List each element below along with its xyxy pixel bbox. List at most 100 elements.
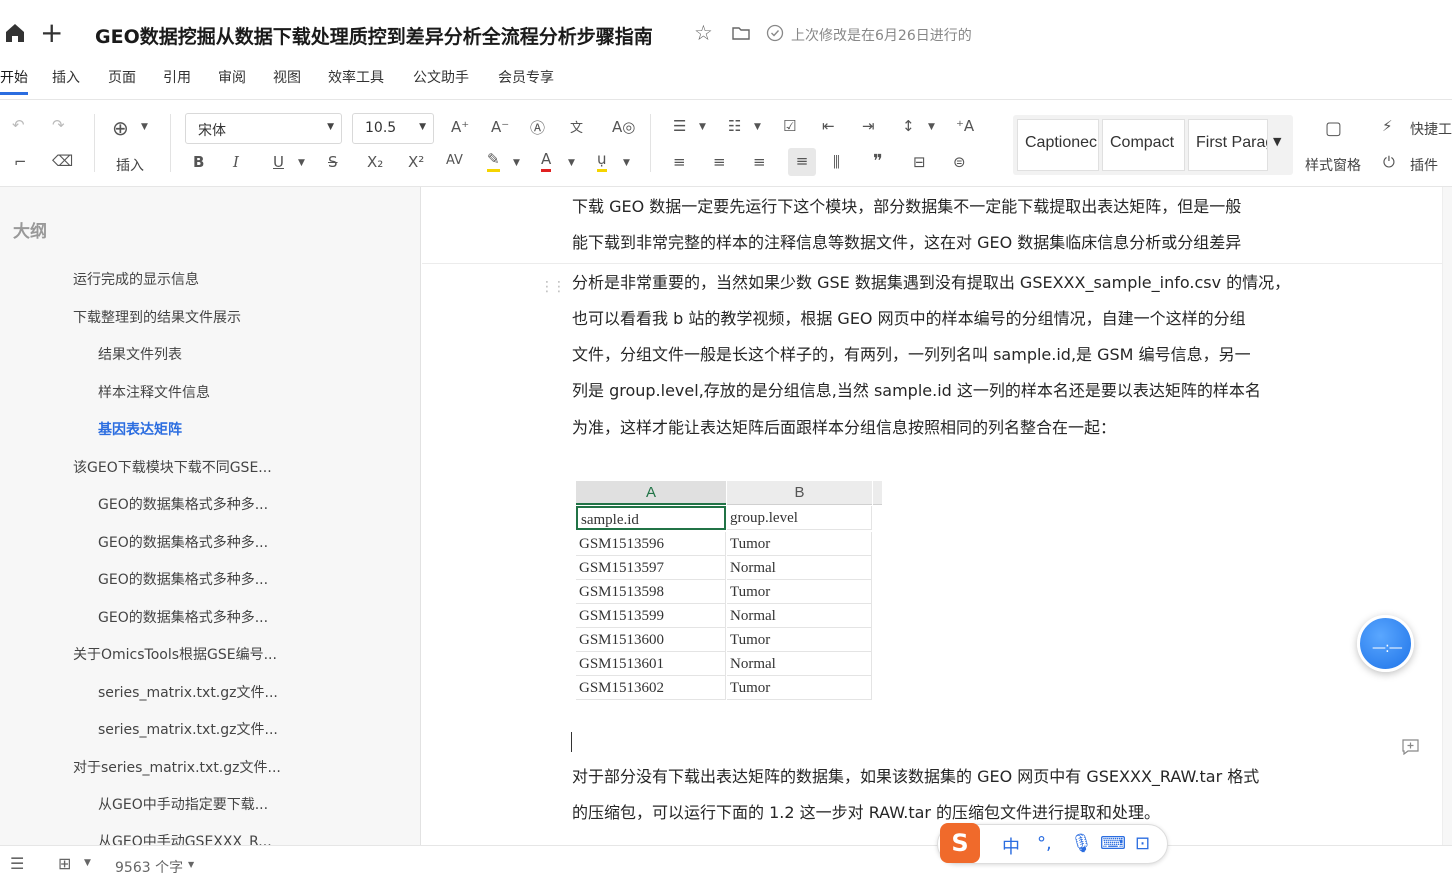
- undo-icon[interactable]: ↶: [12, 116, 25, 134]
- chevron-down-icon[interactable]: ▼: [298, 158, 305, 168]
- checklist-icon[interactable]: ☑: [783, 117, 796, 135]
- chevron-down-icon[interactable]: ▼: [623, 158, 630, 168]
- superscript-icon[interactable]: X²: [408, 153, 424, 171]
- ime-toolbar[interactable]: S 中 °, 🎙 ⌨ ⊡: [937, 823, 1168, 864]
- style-compact[interactable]: Compact: [1102, 119, 1185, 171]
- text-effect-icon[interactable]: A◎: [612, 118, 635, 136]
- sogou-logo-icon[interactable]: S: [940, 823, 980, 863]
- menu-efficiency-tools[interactable]: 效率工具: [328, 67, 384, 87]
- style-pane-label[interactable]: 样式窗格: [1305, 155, 1361, 175]
- align-center-icon[interactable]: ≡: [713, 153, 726, 171]
- chevron-down-icon[interactable]: ▼: [84, 858, 91, 868]
- outline-item-active[interactable]: 基因表达矩阵: [98, 419, 182, 439]
- font-color-icon[interactable]: A: [541, 150, 552, 172]
- grow-font-icon[interactable]: A⁺: [451, 118, 469, 136]
- outline-item[interactable]: GEO的数据集格式多种多...: [98, 532, 268, 552]
- chevron-down-icon[interactable]: ▼: [754, 122, 761, 132]
- embedded-sheet-image[interactable]: A B sample.id group.level GSM1513596 Tum…: [572, 481, 882, 700]
- strikethrough-icon[interactable]: S: [328, 153, 338, 171]
- outline-item[interactable]: 从GEO中手动GSEXXX_R...: [98, 831, 272, 845]
- menu-insert[interactable]: 插入: [52, 67, 80, 87]
- outline-item[interactable]: 结果文件列表: [98, 344, 182, 364]
- styles-expand-icon[interactable]: ▼: [1273, 135, 1281, 148]
- outline-item[interactable]: 从GEO中手动指定要下载...: [98, 794, 268, 814]
- folder-icon[interactable]: [732, 26, 750, 40]
- phonetic-guide-icon[interactable]: Ⓐ: [530, 117, 545, 138]
- redo-icon[interactable]: ↷: [52, 116, 65, 134]
- outline-item[interactable]: GEO的数据集格式多种多...: [98, 494, 268, 514]
- plugins-label[interactable]: 插件: [1410, 155, 1438, 175]
- chevron-down-icon[interactable]: ▼: [699, 122, 706, 132]
- style-first-paragraph[interactable]: First Parag: [1188, 119, 1268, 171]
- justify-icon[interactable]: ≡: [788, 148, 816, 176]
- chevron-down-icon[interactable]: ▼: [141, 122, 148, 132]
- style-pane-icon[interactable]: ▢: [1325, 118, 1342, 139]
- style-caption[interactable]: Captionec: [1017, 119, 1099, 171]
- new-tab-plus-icon[interactable]: +: [40, 19, 63, 47]
- outline-item[interactable]: GEO的数据集格式多种多...: [98, 607, 268, 627]
- outline-item[interactable]: GEO的数据集格式多种多...: [98, 569, 268, 589]
- insert-plus-icon[interactable]: ⊕: [112, 116, 129, 140]
- home-icon[interactable]: [4, 22, 26, 44]
- outline-item[interactable]: 关于OmicsTools根据GSE编号...: [73, 644, 277, 664]
- decrease-indent-icon[interactable]: ⇤: [822, 117, 835, 135]
- drag-handle-icon[interactable]: ⋮⋮: [540, 279, 566, 295]
- bullet-list-icon[interactable]: ☰: [673, 117, 686, 135]
- increase-indent-icon[interactable]: ⇥: [862, 117, 875, 135]
- menu-page[interactable]: 页面: [108, 67, 136, 87]
- menu-official-docs[interactable]: 公文助手: [413, 67, 469, 87]
- outline-item[interactable]: 该GEO下载模块下载不同GSE...: [73, 457, 272, 477]
- chevron-down-icon[interactable]: ▼: [568, 158, 575, 168]
- format-painter-icon[interactable]: ⌐: [14, 153, 27, 171]
- chevron-down-icon[interactable]: ▼: [513, 158, 520, 168]
- bold-icon[interactable]: B: [193, 153, 204, 171]
- font-size-select[interactable]: 10.5 ▼: [352, 113, 434, 144]
- document-title[interactable]: GEO数据挖掘从数据下载处理质控到差异分析全流程分析步骤指南: [95, 22, 653, 49]
- chinese-layout-icon[interactable]: ❞: [873, 151, 883, 172]
- italic-icon[interactable]: I: [233, 153, 239, 171]
- chevron-down-icon[interactable]: ▼: [188, 860, 194, 869]
- quick-tools-icon[interactable]: ⚡: [1382, 117, 1393, 135]
- outline-item[interactable]: series_matrix.txt.gz文件...: [98, 682, 278, 702]
- word-count[interactable]: 9563 个字: [115, 857, 183, 877]
- add-comment-icon[interactable]: [1402, 739, 1419, 755]
- insert-label[interactable]: 插入: [116, 155, 144, 175]
- clear-format-icon[interactable]: ⌫: [52, 152, 73, 170]
- char-shading-icon[interactable]: ụ: [597, 150, 607, 172]
- microphone-icon[interactable]: 🎙: [1070, 833, 1093, 854]
- align-right-icon[interactable]: ≡: [753, 153, 766, 171]
- character-spacing-icon[interactable]: AV: [446, 153, 463, 168]
- menu-home[interactable]: 开始: [0, 67, 28, 87]
- pinyin-icon[interactable]: 文: [570, 117, 583, 136]
- numbered-list-icon[interactable]: ☷: [728, 117, 741, 135]
- vertical-scrollbar[interactable]: [1442, 187, 1452, 845]
- menu-review[interactable]: 审阅: [218, 67, 246, 87]
- ime-mode-toggle[interactable]: 中: [1002, 833, 1020, 859]
- quick-tools-label[interactable]: 快捷工: [1410, 119, 1452, 139]
- floating-assistant-button[interactable]: —:—: [1357, 615, 1414, 672]
- chevron-down-icon[interactable]: ▼: [928, 122, 935, 132]
- outline-item[interactable]: 对于series_matrix.txt.gz文件...: [73, 757, 281, 777]
- menu-reference[interactable]: 引用: [163, 67, 191, 87]
- keyboard-icon[interactable]: ⌨: [1100, 833, 1126, 854]
- toolbox-icon[interactable]: ⊡: [1135, 833, 1150, 854]
- outline-item[interactable]: 样本注释文件信息: [98, 382, 210, 402]
- show-hide-marks-icon[interactable]: ⊜: [953, 153, 966, 171]
- menu-view[interactable]: 视图: [273, 67, 301, 87]
- line-spacing-icon[interactable]: ↕: [902, 117, 915, 135]
- distributed-align-icon[interactable]: ⫼: [833, 153, 840, 171]
- ime-punctuation-toggle[interactable]: °,: [1037, 833, 1052, 854]
- shrink-font-icon[interactable]: A⁻: [491, 118, 509, 136]
- menu-member[interactable]: 会员专享: [498, 67, 554, 87]
- highlight-icon[interactable]: ✎: [487, 150, 500, 172]
- underline-icon[interactable]: U: [273, 153, 284, 171]
- subscript-icon[interactable]: X₂: [367, 153, 383, 171]
- star-icon[interactable]: ☆: [694, 21, 713, 45]
- outline-item[interactable]: 运行完成的显示信息: [73, 269, 199, 289]
- outline-item[interactable]: 下载整理到的结果文件展示: [73, 307, 241, 327]
- align-left-icon[interactable]: ≡: [673, 153, 686, 171]
- outline-item[interactable]: series_matrix.txt.gz文件...: [98, 719, 278, 739]
- text-direction-icon[interactable]: ⁺A: [956, 117, 974, 135]
- page-layout-icon[interactable]: ⊞: [58, 854, 71, 873]
- font-family-select[interactable]: 宋体 ▼: [185, 113, 342, 144]
